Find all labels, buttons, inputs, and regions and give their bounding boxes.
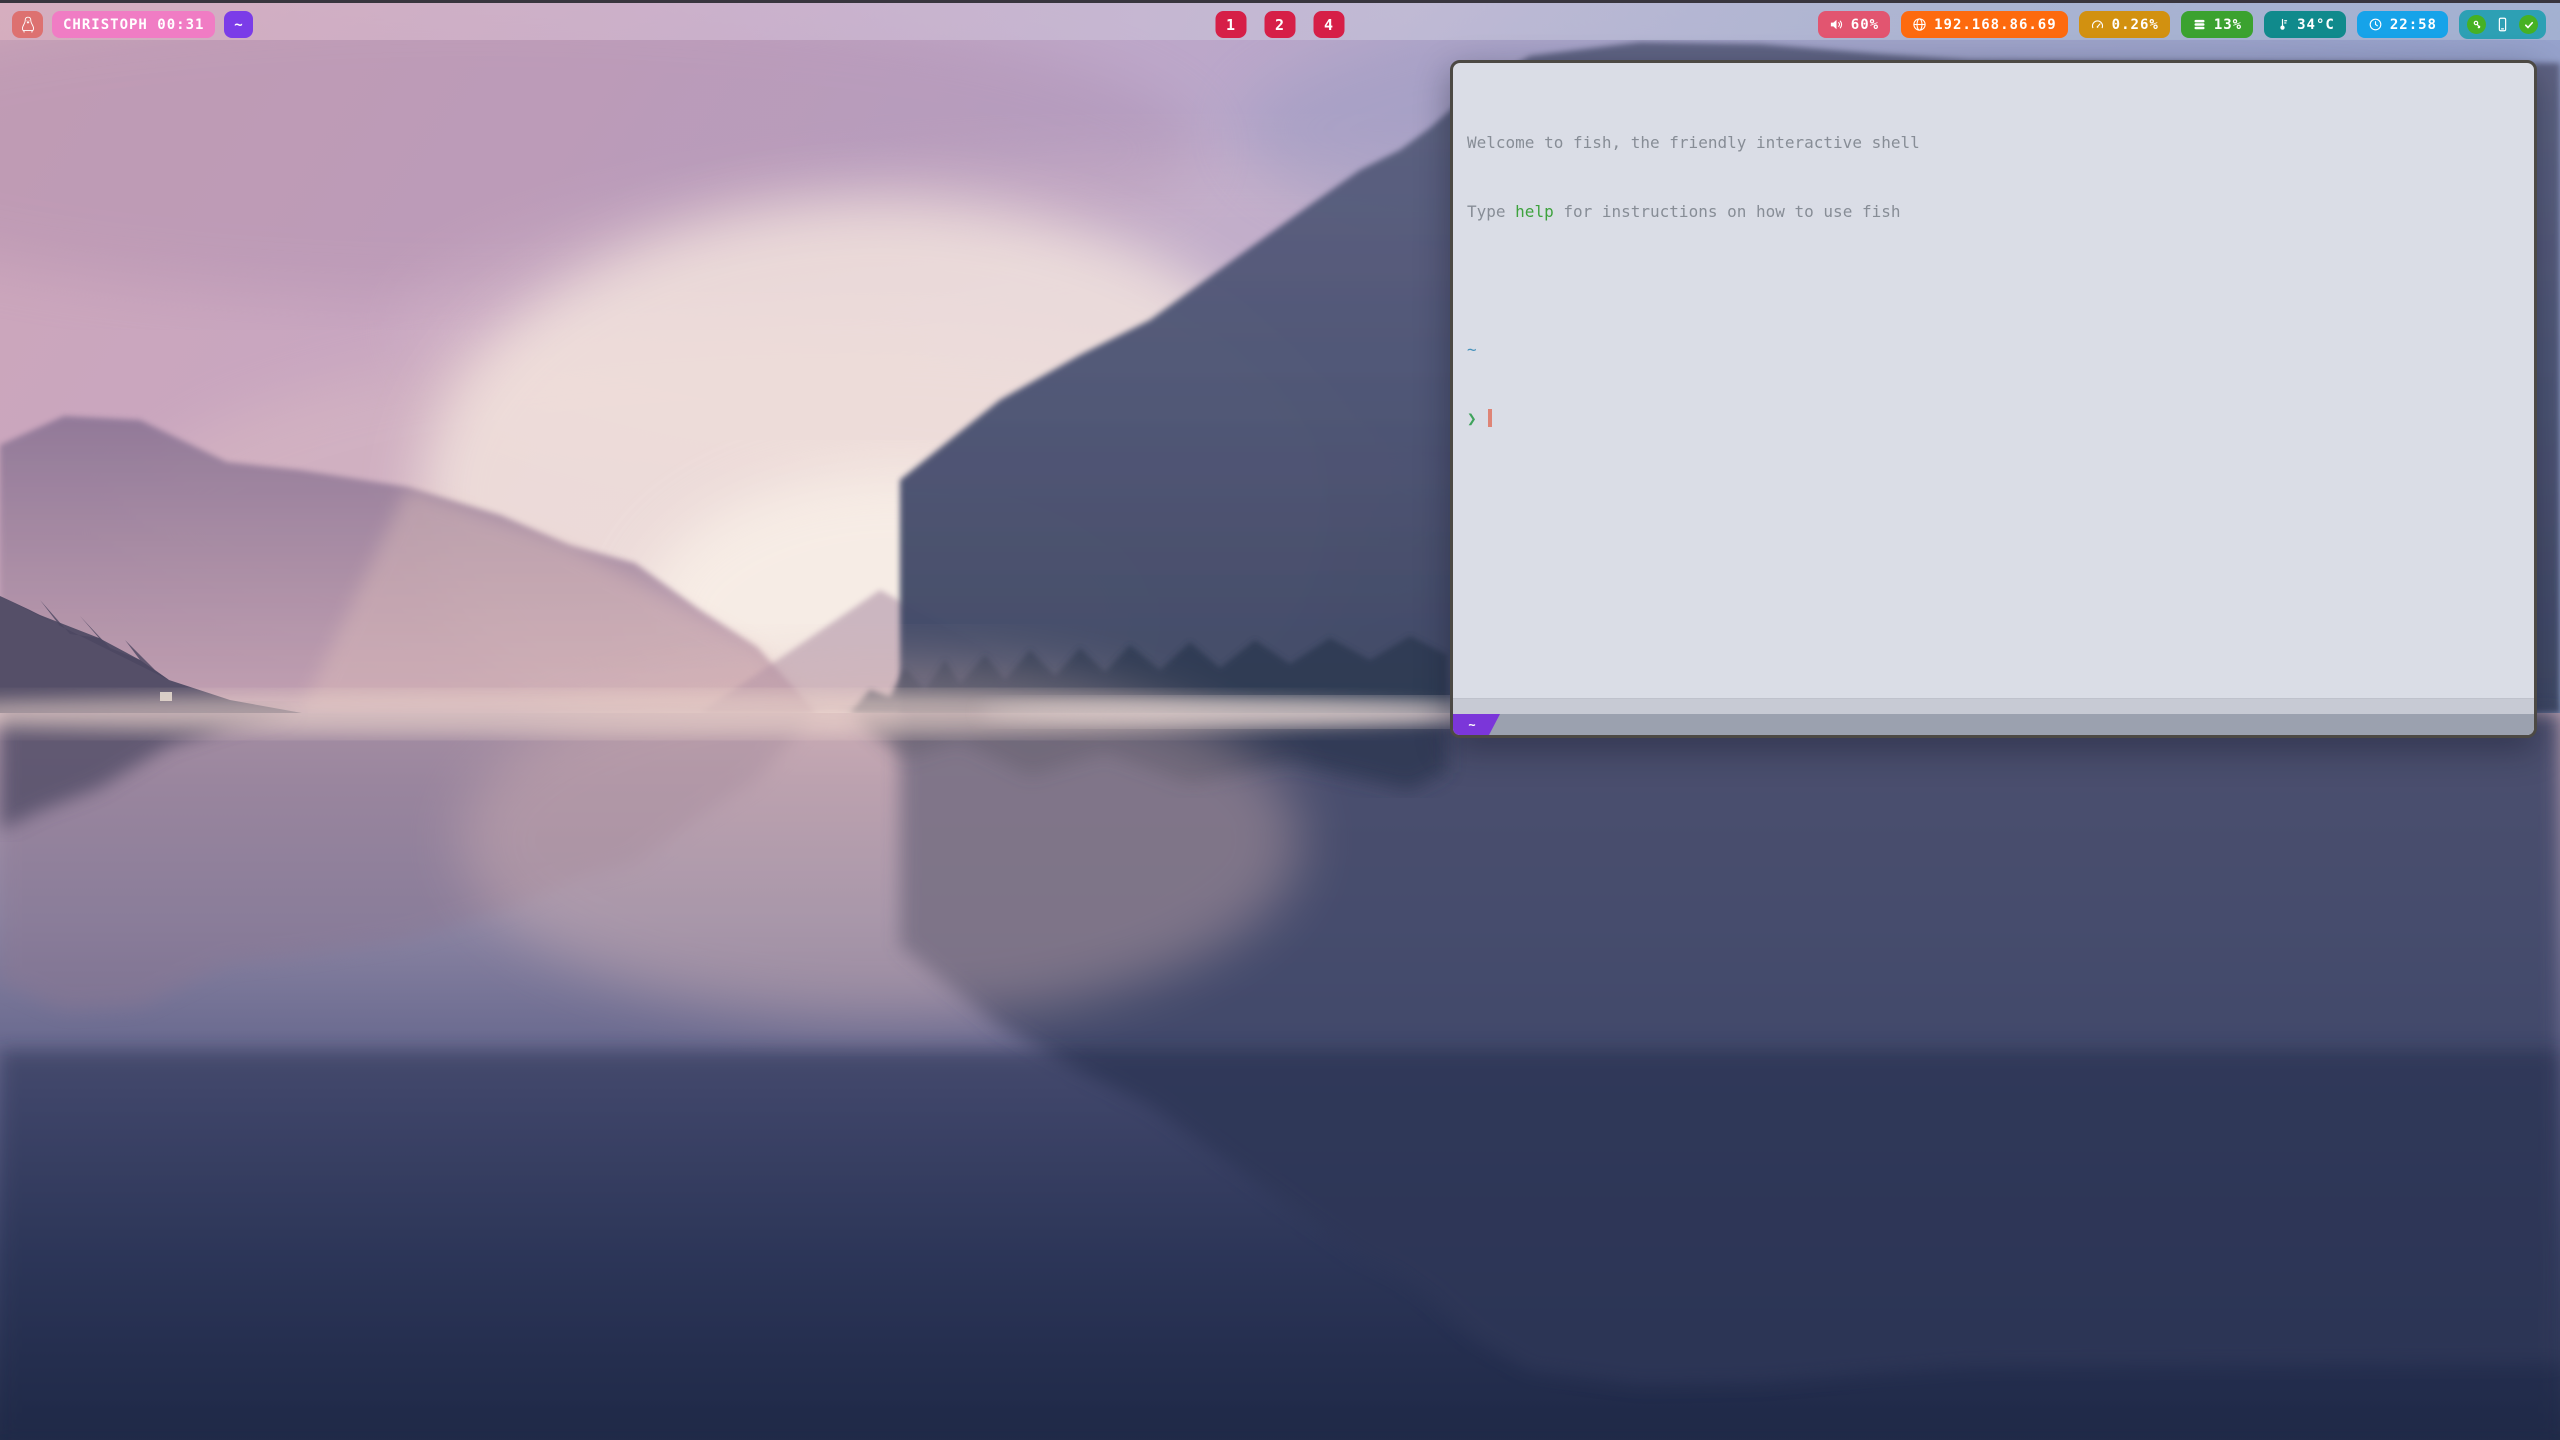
focused-window-badge[interactable]: ~ xyxy=(224,11,253,38)
prompt-input-line: ❯ xyxy=(1467,407,2520,430)
system-tray xyxy=(2459,10,2546,39)
session-label: ~ xyxy=(1468,718,1475,732)
fish-welcome-line: Welcome to fish, the friendly interactiv… xyxy=(1467,131,2520,154)
workspace-button-1[interactable]: 1 xyxy=(1216,11,1247,38)
gauge-icon xyxy=(2090,17,2105,32)
taskbar-left: CHRISTOPH 00:31 ~ xyxy=(12,6,253,43)
desktop: CHRISTOPH 00:31 ~ 1 2 4 60% xyxy=(0,0,2560,1440)
fish-help-line: Type help for instructions on how to use… xyxy=(1467,200,2520,223)
key-icon xyxy=(2471,19,2483,31)
tux-penguin-icon xyxy=(19,15,37,35)
workspace-switcher: 1 2 4 xyxy=(1216,6,1345,43)
launcher-button[interactable] xyxy=(12,11,43,38)
terminal-statusbar: ~ xyxy=(1453,714,2534,735)
network-widget[interactable]: 192.168.86.69 xyxy=(1901,11,2068,38)
terminal-window[interactable]: Welcome to fish, the friendly interactiv… xyxy=(1450,60,2537,738)
volume-widget[interactable]: 60% xyxy=(1818,11,1890,38)
blank-line xyxy=(1467,269,2520,292)
text-cursor xyxy=(1488,409,1492,427)
clock-widget[interactable]: 22:58 xyxy=(2357,11,2448,38)
statusbar-session-tab[interactable]: ~ xyxy=(1453,714,1500,735)
memory-widget[interactable]: 13% xyxy=(2181,11,2253,38)
memory-stack-icon xyxy=(2192,17,2207,32)
user-session-label: CHRISTOPH 00:31 xyxy=(63,17,204,33)
user-session-badge[interactable]: CHRISTOPH 00:31 xyxy=(52,11,215,38)
help-keyword: help xyxy=(1515,202,1554,221)
workspace-button-4[interactable]: 4 xyxy=(1314,11,1345,38)
clock-icon xyxy=(2368,17,2383,32)
prompt-symbol: ❯ xyxy=(1467,409,1477,428)
taskbar: CHRISTOPH 00:31 ~ 1 2 4 60% xyxy=(0,0,2560,40)
terminal-output: Welcome to fish, the friendly interactiv… xyxy=(1453,63,2534,698)
volume-value: 60% xyxy=(1851,17,1879,33)
globe-icon xyxy=(1912,17,1927,32)
prompt-directory-line: ~ xyxy=(1467,338,2520,361)
temperature-widget[interactable]: 34°C xyxy=(2264,11,2346,38)
keyring-tray-button[interactable] xyxy=(2467,15,2486,34)
check-icon xyxy=(2523,19,2535,31)
speaker-icon xyxy=(1829,17,1844,32)
terminal-scrollbar[interactable] xyxy=(1453,698,2534,714)
taskbar-status: 60% 192.168.86.69 0.26% xyxy=(1818,6,2546,43)
cpu-widget[interactable]: 0.26% xyxy=(2079,11,2170,38)
phone-icon[interactable] xyxy=(2495,16,2510,33)
memory-value: 13% xyxy=(2214,17,2242,33)
workspace-button-2[interactable]: 2 xyxy=(1265,11,1296,38)
clock-value: 22:58 xyxy=(2390,17,2437,33)
cpu-value: 0.26% xyxy=(2112,17,2159,33)
thermometer-icon xyxy=(2275,17,2290,32)
temperature-value: 34°C xyxy=(2297,17,2335,33)
network-ip-value: 192.168.86.69 xyxy=(1934,17,2057,33)
focused-window-label: ~ xyxy=(234,17,243,33)
updates-ok-tray-button[interactable] xyxy=(2519,15,2538,34)
